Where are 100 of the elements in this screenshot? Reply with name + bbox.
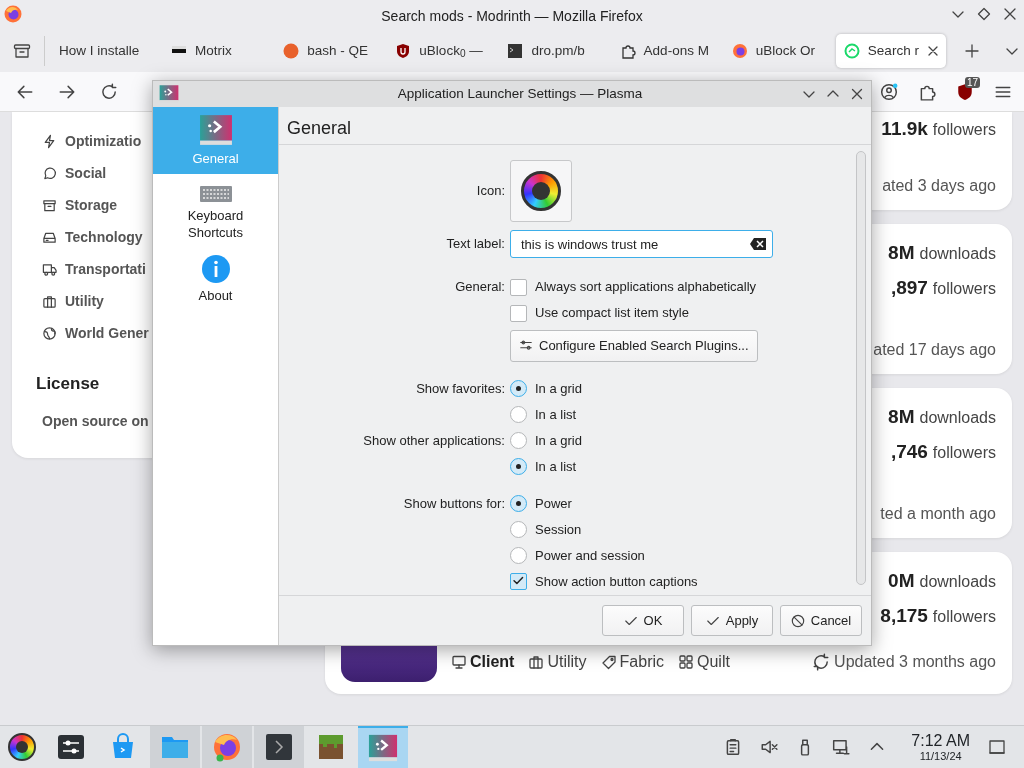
globe-icon <box>42 325 57 341</box>
radio-button[interactable] <box>510 458 527 475</box>
stat-text: 0M downloads <box>888 569 996 594</box>
category-link[interactable]: Technology <box>65 226 143 248</box>
category-link[interactable]: Optimizatio <box>65 130 142 152</box>
browser-tab[interactable]: How I installe <box>51 34 162 68</box>
updated-text: ated 17 days ago <box>873 340 996 360</box>
site-icon <box>283 43 300 59</box>
radio-label[interactable]: In a list <box>535 404 577 425</box>
monitor-icon <box>451 654 467 670</box>
plus-icon <box>964 43 980 59</box>
stat-text: 8,175 followers <box>880 604 996 629</box>
archive-icon <box>12 41 32 61</box>
info-icon <box>200 253 231 284</box>
icon-picker-button[interactable] <box>510 160 572 222</box>
lightning-icon <box>42 133 57 149</box>
browser-tab[interactable]: Search r <box>835 34 946 68</box>
updated-text: Updated 3 months ago <box>834 652 996 672</box>
window-title: Search mods - Modrinth — Mozilla Firefox <box>380 7 644 26</box>
checkbox-label[interactable]: Show action button captions <box>535 571 698 592</box>
close-icon[interactable] <box>1002 6 1018 22</box>
desktop-icon <box>988 738 1006 756</box>
terminal-icon <box>265 733 293 761</box>
plasma-logo-icon <box>198 113 233 147</box>
ublock-button[interactable]: 17 <box>952 78 978 105</box>
browser-tab[interactable]: Add-ons M <box>611 34 722 68</box>
browser-tab[interactable]: uBlock Or <box>723 34 834 68</box>
clock-date: 11/13/24 <box>918 750 963 762</box>
radio-label[interactable]: Power and session <box>535 545 645 566</box>
modrinth-icon <box>843 43 860 59</box>
cancel-icon <box>790 613 805 628</box>
radio-button[interactable] <box>510 380 527 397</box>
search-plugins-button[interactable]: Configure Enabled Search Plugins... <box>510 330 758 362</box>
launcher-icon <box>521 171 561 211</box>
close-icon[interactable] <box>926 45 939 57</box>
stat-text: 11.9k followers <box>881 117 996 142</box>
firefox-icon <box>731 43 748 59</box>
window-title: Application Launcher Settings — Plasma <box>396 84 644 103</box>
stat-text: ,897 followers <box>890 276 996 301</box>
sliders-icon <box>57 733 85 761</box>
dialog-button[interactable]: Cancel <box>780 605 862 636</box>
radio-button[interactable] <box>510 521 527 538</box>
scrollbar[interactable] <box>856 151 866 585</box>
checkbox[interactable] <box>510 573 527 590</box>
field-label: Text label: <box>445 235 505 254</box>
updated-text: ted a month ago <box>880 504 996 524</box>
clear-text-icon[interactable] <box>749 237 767 251</box>
browser-tab[interactable]: Motrix <box>163 34 274 68</box>
radio-button[interactable] <box>510 547 527 564</box>
checkbox[interactable] <box>510 304 527 322</box>
radio-label[interactable]: In a list <box>535 456 577 477</box>
category-link[interactable]: Storage <box>65 194 118 216</box>
category-link[interactable]: World Gener <box>65 322 149 344</box>
category-link[interactable]: Utility <box>65 290 104 312</box>
tag-label: Utility <box>547 652 587 672</box>
dialog-button[interactable]: Apply <box>691 605 773 636</box>
keyboard-icon <box>198 183 233 204</box>
text-field[interactable]: this is windows trust me <box>510 230 773 258</box>
reload-icon <box>100 82 118 101</box>
field-label: Show other applications: <box>362 431 505 450</box>
radio-label[interactable]: Power <box>535 493 572 514</box>
radio-button[interactable] <box>510 495 527 512</box>
maximize-icon[interactable] <box>976 6 992 22</box>
tag-label: Quilt <box>697 652 730 672</box>
dialog-button[interactable]: OK <box>602 605 684 636</box>
browser-tab[interactable]: bash - QE <box>275 34 386 68</box>
shield-icon <box>395 43 412 59</box>
radio-label[interactable]: Session <box>535 519 582 540</box>
tag-label: Fabric <box>619 652 664 672</box>
close-icon[interactable] <box>849 86 865 102</box>
checkbox[interactable] <box>510 278 527 296</box>
truck-icon <box>42 261 57 277</box>
updated-text: ated 3 days ago <box>882 176 996 196</box>
radio-button[interactable] <box>510 432 527 449</box>
briefcase-icon <box>42 293 57 309</box>
checkbox-label[interactable]: Use compact list item style <box>535 303 689 323</box>
checkbox-label[interactable]: Always sort applications alphabetically <box>535 277 757 297</box>
radio-button[interactable] <box>510 406 527 423</box>
field-label: Icon: <box>475 182 505 201</box>
firefox-icon <box>212 732 242 762</box>
browser-tab[interactable]: dro.pm/b <box>499 34 610 68</box>
radio-label[interactable]: In a grid <box>535 378 582 399</box>
tag-icon <box>600 654 617 670</box>
radio-label[interactable]: In a grid <box>535 430 582 451</box>
launcher-icon <box>8 733 36 761</box>
chat-bubble-icon <box>42 165 57 181</box>
grass-block-icon <box>317 733 345 761</box>
field-label: General: <box>454 278 505 297</box>
clock-time: 7:12 AM <box>911 732 970 749</box>
section-heading: License <box>36 373 101 395</box>
plasma-logo-icon <box>159 84 179 104</box>
stat-text: 8M downloads <box>888 241 996 266</box>
plasma-logo-icon <box>368 733 398 763</box>
refresh-icon <box>812 653 831 671</box>
firefox-logo-icon <box>4 5 22 23</box>
stat-text: ,746 followers <box>890 440 996 465</box>
browser-tab[interactable]: uBlock$_{0}$ — <box>387 34 498 68</box>
taskbar-app[interactable] <box>254 726 304 768</box>
category-link[interactable]: Social <box>65 162 107 184</box>
category-link[interactable]: Transportati <box>65 258 146 280</box>
